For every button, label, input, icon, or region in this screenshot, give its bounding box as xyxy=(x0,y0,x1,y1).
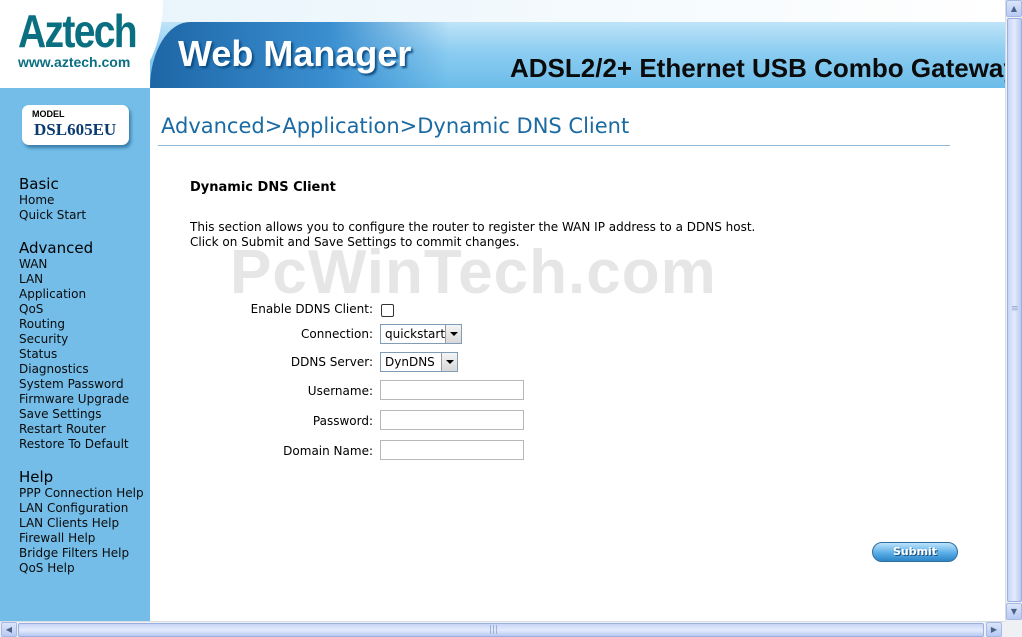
grip-icon: ≡ xyxy=(1011,304,1019,314)
sidebar-item-status[interactable]: Status xyxy=(19,347,129,362)
sidebar-item-firewall-help[interactable]: Firewall Help xyxy=(19,531,144,546)
app-title: Web Manager xyxy=(178,33,412,74)
sidebar-item-application[interactable]: Application xyxy=(19,287,129,302)
sidebar-item-system-password[interactable]: System Password xyxy=(19,377,129,392)
scroll-right-icon[interactable]: ▶ xyxy=(986,622,1002,637)
sidebar-item-lan-clients-help[interactable]: LAN Clients Help xyxy=(19,516,144,531)
username-input[interactable] xyxy=(380,380,524,400)
logo-url: www.aztech.com xyxy=(18,54,131,70)
submit-button[interactable]: Submit xyxy=(872,542,958,562)
description-line-1: This section allows you to configure the… xyxy=(190,220,756,234)
model-label: MODEL xyxy=(32,109,65,119)
connection-select-value: quickstart xyxy=(385,327,446,341)
sidebar-item-wan[interactable]: WAN xyxy=(19,257,129,272)
title-divider xyxy=(158,145,950,146)
connection-label: Connection: xyxy=(301,327,373,341)
nav-section-basic: Basic Home Quick Start xyxy=(19,176,86,223)
scroll-up-icon[interactable]: ▲ xyxy=(1006,0,1022,17)
logo-area: Aztech www.aztech.com xyxy=(0,0,163,82)
chevron-down-icon[interactable] xyxy=(445,325,461,343)
aztech-logo: Aztech xyxy=(18,5,138,57)
sidebar-item-lan-configuration[interactable]: LAN Configuration xyxy=(19,501,144,516)
nav-heading-advanced: Advanced xyxy=(19,239,94,257)
enable-ddns-checkbox[interactable] xyxy=(381,304,394,317)
nav-section-advanced: Advanced WAN LAN Application QoS Routing… xyxy=(19,240,129,452)
scrollbar-corner xyxy=(1005,621,1022,637)
scroll-left-icon[interactable]: ◀ xyxy=(1,622,17,637)
chevron-down-icon[interactable] xyxy=(441,353,457,371)
sidebar-item-ppp-help[interactable]: PPP Connection Help xyxy=(19,486,144,501)
sidebar-item-routing[interactable]: Routing xyxy=(19,317,129,332)
ddns-server-label: DDNS Server: xyxy=(290,355,373,369)
nav-heading-help: Help xyxy=(19,468,54,486)
connection-select[interactable]: quickstart xyxy=(380,324,462,344)
password-label: Password: xyxy=(312,414,373,428)
sidebar-item-qos[interactable]: QoS xyxy=(19,302,129,317)
model-name: DSL605EU xyxy=(34,120,117,139)
model-badge: MODEL DSL605EU xyxy=(22,105,129,145)
enable-ddns-label: Enable DDNS Client: xyxy=(250,302,373,316)
product-name: ADSL2/2+ Ethernet USB Combo Gateway xyxy=(510,53,1005,83)
password-input[interactable] xyxy=(380,410,524,430)
scroll-down-icon[interactable]: ▼ xyxy=(1006,603,1022,620)
sidebar-item-lan[interactable]: LAN xyxy=(19,272,129,287)
page-title: Advanced>Application>Dynamic DNS Client xyxy=(161,114,630,138)
sidebar-item-quick-start[interactable]: Quick Start xyxy=(19,208,86,223)
sidebar-item-restore-default[interactable]: Restore To Default xyxy=(19,437,129,452)
sidebar-item-restart-router[interactable]: Restart Router xyxy=(19,422,129,437)
horizontal-scrollbar[interactable]: ◀ ||| ▶ xyxy=(0,621,1005,637)
horizontal-scroll-thumb[interactable]: ||| xyxy=(18,623,984,637)
main-content: Advanced>Application>Dynamic DNS Client … xyxy=(150,88,1005,621)
sidebar-item-diagnostics[interactable]: Diagnostics xyxy=(19,362,129,377)
grip-icon: ||| xyxy=(489,625,499,635)
sidebar-item-save-settings[interactable]: Save Settings xyxy=(19,407,129,422)
section-heading: Dynamic DNS Client xyxy=(190,180,336,195)
ddns-server-select-value: DynDNS xyxy=(385,355,435,369)
sidebar-item-security[interactable]: Security xyxy=(19,332,129,347)
nav-heading-basic: Basic xyxy=(19,175,59,193)
vertical-scrollbar[interactable]: ▲ ≡ ▼ xyxy=(1005,0,1022,621)
description-line-2: Click on Submit and Save Settings to com… xyxy=(190,235,520,249)
header: Aztech www.aztech.com Web Manager ADSL2/… xyxy=(0,0,1005,88)
username-label: Username: xyxy=(307,384,373,398)
sidebar-item-bridge-filters-help[interactable]: Bridge Filters Help xyxy=(19,546,144,561)
sidebar: MODEL DSL605EU Basic Home Quick Start Ad… xyxy=(0,88,150,621)
sidebar-item-firmware-upgrade[interactable]: Firmware Upgrade xyxy=(19,392,129,407)
sidebar-item-qos-help[interactable]: QoS Help xyxy=(19,561,144,576)
vertical-scroll-thumb[interactable]: ≡ xyxy=(1007,18,1022,602)
nav-section-help: Help PPP Connection Help LAN Configurati… xyxy=(19,469,144,576)
ddns-server-select[interactable]: DynDNS xyxy=(380,352,458,372)
domain-name-input[interactable] xyxy=(380,440,524,460)
sidebar-item-home[interactable]: Home xyxy=(19,193,86,208)
domain-name-label: Domain Name: xyxy=(283,444,373,458)
